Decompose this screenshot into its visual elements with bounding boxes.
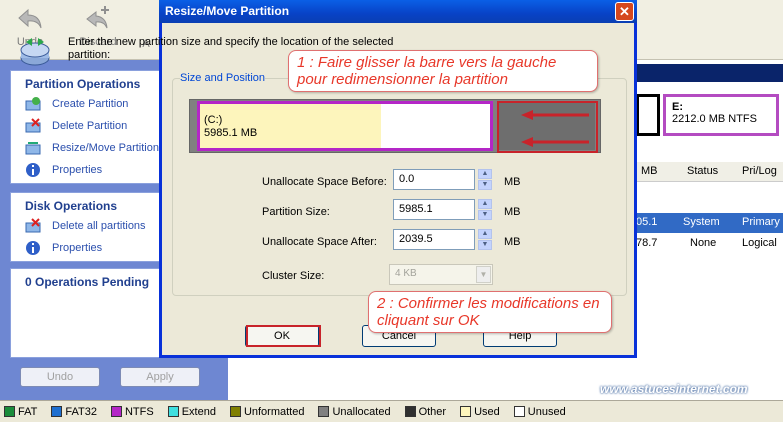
before-space-stepper[interactable]: ▲ ▼	[478, 169, 492, 190]
dialog-title: Resize/Move Partition	[165, 4, 290, 18]
spin-down-icon[interactable]: ▼	[478, 210, 492, 220]
sidebar-apply-button[interactable]: Apply	[120, 367, 200, 387]
info-icon	[25, 162, 41, 178]
before-space-unit: MB	[504, 176, 521, 188]
partition-e-label: E:	[672, 101, 683, 113]
chevron-down-icon[interactable]: ▼	[476, 266, 491, 283]
resize-partition-icon	[25, 140, 41, 156]
dialog-titlebar[interactable]: Resize/Move Partition ✕	[159, 0, 637, 23]
legend-label: FAT32	[65, 405, 97, 418]
spin-up-icon[interactable]: ▲	[478, 169, 492, 179]
disk-map-partition-e[interactable]: E: 2212.0 MB NTFS	[663, 94, 779, 136]
disk-properties-label: Properties	[52, 242, 103, 254]
spin-down-icon[interactable]: ▼	[478, 240, 492, 250]
legend-unallocated: Unallocated	[318, 405, 391, 418]
legend-ntfs: NTFS	[110, 405, 154, 418]
close-icon: ✕	[619, 4, 630, 19]
spin-down-icon[interactable]: ▼	[478, 180, 492, 190]
partition-size-stepper[interactable]: ▲ ▼	[478, 199, 492, 220]
before-space-label: Unallocate Space Before:	[262, 176, 387, 188]
after-space-label: Unallocate Space After:	[262, 236, 377, 248]
delete-partition-icon	[25, 118, 41, 134]
legend-swatch-unformatted	[229, 406, 241, 417]
resize-move-partition-label: Resize/Move Partition	[52, 142, 159, 154]
before-space-input[interactable]: 0.0	[393, 169, 475, 190]
legend-label: Unformatted	[243, 405, 305, 418]
after-space-unit: MB	[504, 236, 521, 248]
legend-label: Used	[474, 405, 500, 418]
partition-grid-header: MB Status Pri/Log	[636, 162, 783, 182]
grid-header-size[interactable]: MB	[641, 165, 658, 177]
legend-label: Extend	[181, 405, 216, 418]
partition-size-unit: MB	[504, 206, 521, 218]
spin-up-icon[interactable]: ▲	[478, 229, 492, 239]
annotation-step1: 1 : Faire glisser la barre vers la gauch…	[288, 50, 598, 92]
spin-up-icon[interactable]: ▲	[478, 199, 492, 209]
legend-swatch-fat32	[51, 406, 63, 417]
create-partition-icon	[25, 96, 41, 112]
delete-all-icon	[25, 218, 41, 234]
legend-label: Unallocated	[332, 405, 391, 418]
close-button[interactable]: ✕	[615, 2, 634, 21]
delete-partition-label: Delete Partition	[52, 120, 128, 132]
legend-swatch-unused	[513, 406, 525, 417]
info-icon	[25, 240, 41, 256]
table-row[interactable]: 05.1 System Primary	[636, 213, 783, 233]
row-status: None	[690, 237, 717, 249]
row-size: 78.7	[636, 237, 658, 249]
partition-properties-label: Properties	[52, 164, 103, 176]
legend-other: Other	[404, 405, 447, 418]
cluster-size-value: 4 KB	[395, 268, 417, 279]
legend-fat: FAT	[4, 406, 37, 418]
table-row[interactable]: 78.7 None Logical	[636, 234, 783, 254]
grid-header-prilog[interactable]: Pri/Log	[742, 165, 777, 177]
legend-swatch-unallocated	[318, 406, 330, 417]
disk-header-strip	[636, 64, 783, 82]
ok-button-highlight	[246, 325, 321, 347]
legend-swatch-used	[460, 406, 472, 417]
delete-all-partitions-label: Delete all partitions	[52, 220, 146, 232]
grid-header-status[interactable]: Status	[687, 165, 718, 177]
legend-swatch-extend	[167, 406, 179, 417]
legend-unused: Unused	[513, 405, 566, 418]
cluster-size-label: Cluster Size:	[262, 270, 325, 282]
sidebar-undo-button[interactable]: Undo	[20, 367, 100, 387]
legend-label: Other	[418, 405, 447, 418]
partition-info: (C:) 5985.1 MB	[204, 114, 257, 140]
legend-fat32: FAT32	[51, 406, 97, 418]
legend-bar: FAT FAT32 NTFS Extend Unformatted Unallo…	[0, 400, 783, 422]
legend-used: Used	[460, 406, 500, 418]
cluster-size-select[interactable]: 4 KB ▼	[389, 264, 493, 285]
after-space-input[interactable]: 2039.5	[393, 229, 475, 250]
resize-partition-icon	[20, 38, 50, 66]
legend-unformatted: Unformatted	[229, 405, 305, 418]
legend-extend: Extend	[167, 405, 216, 418]
row-type: Primary	[742, 216, 780, 228]
size-position-label: Size and Position	[180, 72, 265, 84]
legend-label: NTFS	[124, 405, 154, 418]
annotation-step2: 2 : Confirmer les modifications en cliqu…	[368, 291, 612, 333]
partition-size-label: 5985.1 MB	[204, 127, 258, 139]
legend-label: FAT	[18, 405, 38, 418]
legend-swatch-ntfs	[110, 406, 122, 417]
drag-area-highlight	[497, 101, 598, 153]
partition-size-input[interactable]: 5985.1	[393, 199, 475, 220]
disk-map-partition-c[interactable]	[636, 94, 660, 136]
partition-drive-label: (C:)	[204, 114, 223, 126]
partition-e-info: 2212.0 MB NTFS	[672, 113, 757, 125]
undo-icon	[18, 8, 42, 29]
legend-swatch-fat	[4, 406, 15, 417]
partition-size-label: Partition Size:	[262, 206, 330, 218]
row-status: System	[683, 216, 720, 228]
legend-label: Unused	[527, 405, 566, 418]
row-type: Logical	[742, 237, 777, 249]
watermark: www.astucesinternet.com	[600, 382, 748, 396]
discard-icon	[86, 6, 109, 29]
create-partition-label: Create Partition	[52, 98, 129, 110]
legend-swatch-other	[404, 406, 416, 417]
row-size: 05.1	[636, 216, 658, 228]
after-space-stepper[interactable]: ▲ ▼	[478, 229, 492, 250]
